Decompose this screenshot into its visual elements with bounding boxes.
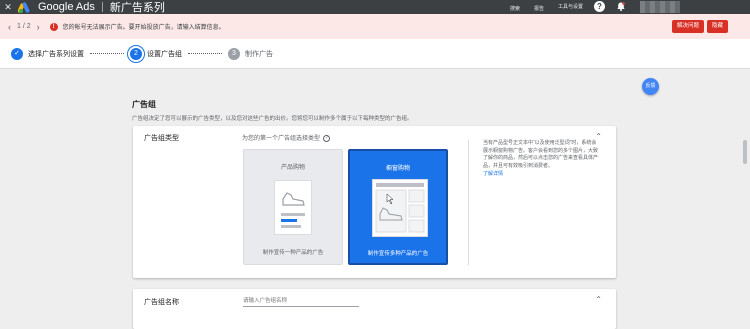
single-product-illustration [274, 180, 312, 235]
app-header: ✕ Google Ads 新广告系列 搜索 报告 工具与设置 ? [0, 0, 750, 14]
google-ads-logo [18, 1, 32, 13]
step-connector [188, 53, 222, 54]
shoe-icon [281, 192, 305, 228]
learn-more-link[interactable]: 了解详情 [483, 171, 599, 179]
search-tool[interactable]: 搜索 [510, 2, 520, 12]
step-number: 3 [228, 47, 240, 60]
ad-group-type-label: 广告组类型 [144, 135, 179, 142]
header-tools: 搜索 报告 工具与设置 [510, 0, 583, 14]
step-label: 设置广告组 [147, 50, 182, 58]
option-title: 橱窗购物 [385, 166, 410, 172]
header-divider [101, 2, 103, 12]
chevron-right-icon[interactable]: › [37, 22, 40, 32]
help-icon[interactable]: ? [594, 1, 605, 12]
ad-group-name-label: 广告组名称 [144, 299, 179, 306]
search-tool-label: 搜索 [510, 6, 521, 12]
step-connector [90, 53, 124, 54]
step-campaign-settings[interactable]: ✓ 选择广告系列设置 [11, 47, 84, 60]
option-title: 产品购物 [280, 165, 305, 171]
report-tool-label: 报告 [534, 6, 545, 12]
alert-pager-text: 1 / 2 [17, 23, 31, 30]
step-label: 制作广告 [245, 50, 273, 58]
ad-group-type-prompt: 为您的第一个广告组选择类型? [242, 133, 331, 142]
tools-settings[interactable]: 工具与设置 [558, 4, 583, 10]
ad-group-type-card: 广告组类型 为您的第一个广告组选择类型? ⌃ 产品购物 制作宣传一种产品的广告 … [133, 126, 616, 278]
section-description: 广告组决定了您可以展示的广告类型，以及您对这些广告的出价。您将您可以制作多个属于… [132, 116, 413, 122]
option-product-shopping[interactable]: 产品购物 制作宣传一种产品的广告 [243, 149, 343, 265]
report-tool[interactable]: 报告 [534, 2, 544, 12]
step-create-ads[interactable]: 3 制作广告 [228, 47, 273, 60]
step-label: 选择广告系列设置 [28, 50, 84, 58]
option-description: 制作宣传多种产品的广告 [367, 251, 429, 257]
error-icon: ! [49, 22, 58, 31]
brand-name: Google Ads [38, 1, 95, 13]
help-text: 当有产品型号正文本中“以及使用泛型词”时，系统会展示橱窗购物广告。客户会看到您的… [483, 140, 599, 169]
alert-message: 您的帐号无法展示广告。要开始投放广告，请输入结算信息。 [62, 25, 225, 31]
close-icon[interactable]: ✕ [0, 2, 16, 13]
chevron-left-icon[interactable]: ‹ [8, 22, 11, 32]
campaign-stepper: ✓ 选择广告系列设置 2 设置广告组 3 制作广告 [0, 39, 750, 69]
multi-product-illustration [372, 179, 428, 237]
option-description: 制作宣传一种产品的广告 [262, 250, 324, 256]
feedback-button[interactable]: 反馈 [642, 78, 659, 95]
ad-group-section: 广告组 广告组决定了您可以展示的广告类型，以及您对这些广告的出价。您将您可以制作… [120, 69, 659, 122]
help-icon[interactable]: ? [323, 134, 331, 142]
ad-group-name-input[interactable] [243, 295, 359, 307]
hide-alert-button[interactable]: 隐藏 [707, 20, 729, 33]
ad-group-name-card: 广告组名称 ⌃ [133, 289, 616, 329]
tools-settings-label: 工具与设置 [558, 4, 584, 10]
step-ad-group[interactable]: 2 设置广告组 [130, 47, 182, 60]
chevron-up-icon[interactable]: ⌃ [595, 295, 602, 304]
scrollbar-thumb[interactable] [743, 140, 747, 164]
alert-pager: ‹ 1 / 2 › [8, 22, 40, 32]
option-showcase-shopping[interactable]: 橱窗购物 制作宣传多种产品的广告 [348, 149, 448, 265]
prompt-text: 为您的第一个广告组选择类型 [242, 136, 321, 142]
page-title: 新广告系列 [109, 2, 165, 14]
shoe-grid-icon [375, 183, 425, 233]
step-number: 2 [130, 47, 142, 60]
account-avatar[interactable] [640, 1, 680, 13]
ad-group-type-help: 当有产品型号正文本中“以及使用泛型词”时，系统会展示橱窗购物广告。客户会看到您的… [468, 140, 599, 265]
check-icon: ✓ [11, 47, 23, 60]
billing-alert-bar: ‹ 1 / 2 › ! 您的帐号无法展示广告。要开始投放广告，请输入结算信息。 … [0, 14, 750, 39]
section-title: 广告组 [132, 100, 156, 109]
notification-bell-icon[interactable] [617, 2, 625, 11]
fix-issue-button[interactable]: 解决问题 [672, 20, 705, 33]
